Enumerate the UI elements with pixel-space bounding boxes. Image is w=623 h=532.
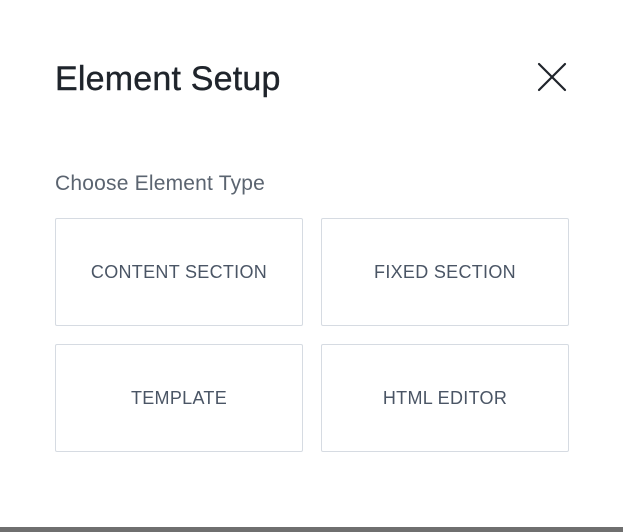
element-setup-dialog: Element Setup Choose Element Type CONTEN… bbox=[0, 0, 623, 527]
element-type-grid: CONTENT SECTION FIXED SECTION TEMPLATE H… bbox=[55, 218, 569, 452]
backdrop-edge bbox=[0, 527, 623, 532]
close-icon bbox=[537, 62, 567, 92]
template-button[interactable]: TEMPLATE bbox=[55, 344, 303, 452]
dialog-title: Element Setup bbox=[55, 60, 281, 98]
content-section-button[interactable]: CONTENT SECTION bbox=[55, 218, 303, 326]
close-button[interactable] bbox=[530, 55, 574, 99]
choose-element-type-label: Choose Element Type bbox=[55, 172, 266, 195]
fixed-section-button[interactable]: FIXED SECTION bbox=[321, 218, 569, 326]
html-editor-button[interactable]: HTML EDITOR bbox=[321, 344, 569, 452]
